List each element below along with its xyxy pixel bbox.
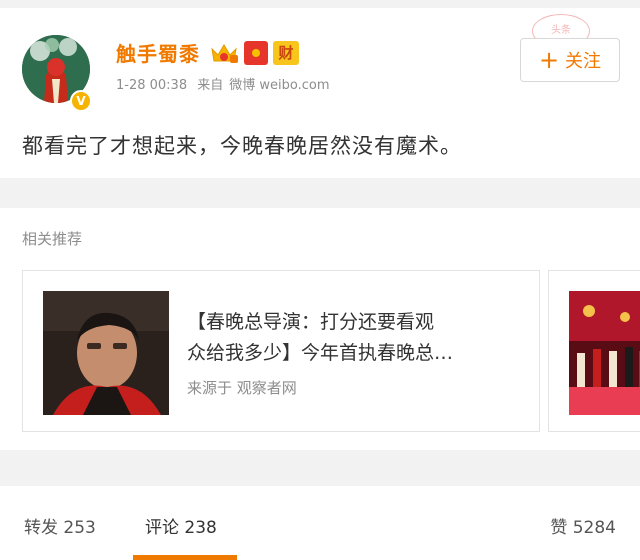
top-gap bbox=[0, 0, 640, 8]
active-tab-indicator bbox=[133, 555, 237, 560]
username[interactable]: 触手蜀黍 bbox=[116, 38, 200, 67]
follow-label: 关注 bbox=[565, 51, 602, 72]
tab-repost-count: 253 bbox=[63, 518, 96, 538]
card-headline-line-1: 【春晚总导演：打分还要看观 bbox=[187, 311, 435, 333]
follow-button[interactable]: + 关注 bbox=[520, 38, 620, 82]
source-prefix: 来自 bbox=[197, 78, 224, 93]
tab-like-count: 5284 bbox=[572, 518, 616, 538]
card-headline: 【春晚总导演：打分还要看观 众给我多少】今年首执春晚总… bbox=[187, 307, 523, 369]
post-time: 1-28 00:38 bbox=[116, 78, 188, 93]
crown-vip-icon[interactable] bbox=[210, 41, 238, 65]
action-tabs: 转发 253 评论 238 赞 5284 bbox=[0, 486, 640, 560]
post-text: 都看完了才想起来，今晚春晚居然没有魔术。 bbox=[22, 134, 462, 158]
section-title: 相关推荐 bbox=[22, 230, 83, 248]
cai-badge-icon[interactable]: 财 bbox=[273, 41, 299, 65]
man-portrait-icon bbox=[43, 291, 169, 415]
stage-performance-icon bbox=[569, 291, 640, 415]
related-recommendations: 相关推荐 【春晚总导演：打分还要看观 众给我多少】今年首执春晚总… 来源于 观察… bbox=[0, 208, 640, 450]
tab-comment[interactable]: 评论 238 bbox=[145, 513, 217, 538]
card-thumbnail bbox=[43, 291, 169, 415]
red-envelope-icon[interactable] bbox=[244, 41, 268, 65]
tab-repost[interactable]: 转发 253 bbox=[24, 513, 96, 538]
tab-like-label: 赞 bbox=[550, 518, 568, 538]
card-source: 来源于 观察者网 bbox=[187, 379, 297, 397]
post-meta: 1-28 00:38 来自 微博 weibo.com bbox=[116, 74, 336, 93]
weibo-post: V 触手蜀黍 财 1-28 00:38 来自 微博 weibo.com 头条 + … bbox=[0, 8, 640, 178]
tab-comment-label: 评论 bbox=[145, 518, 179, 538]
card-headline-line-2: 众给我多少】今年首执春晚总… bbox=[187, 342, 454, 364]
card-thumbnail-next bbox=[569, 291, 640, 415]
verified-badge-icon: V bbox=[70, 90, 92, 112]
post-source[interactable]: 微博 weibo.com bbox=[229, 78, 329, 93]
recommend-card-next[interactable] bbox=[548, 270, 640, 432]
tab-like[interactable]: 赞 5284 bbox=[550, 513, 616, 538]
recommend-card[interactable]: 【春晚总导演：打分还要看观 众给我多少】今年首执春晚总… 来源于 观察者网 bbox=[22, 270, 540, 432]
tab-comment-count: 238 bbox=[184, 518, 217, 538]
tab-repost-label: 转发 bbox=[24, 518, 58, 538]
plus-icon: + bbox=[538, 46, 560, 74]
